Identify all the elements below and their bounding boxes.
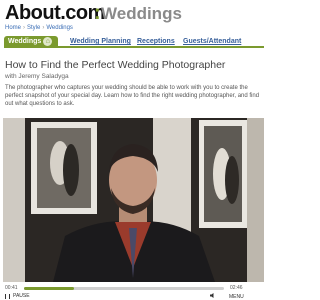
volume-icon[interactable]: [210, 293, 216, 298]
time-total: 02:46: [230, 285, 243, 291]
tab-guests-attendant[interactable]: Guests/Attendant: [179, 36, 245, 48]
tab-label: Weddings: [8, 38, 42, 45]
breadcrumb-home[interactable]: Home: [5, 25, 21, 31]
section-title[interactable]: Weddings: [101, 4, 182, 24]
player-controls: 00:41 02:46 PAUSE MENU: [3, 282, 264, 300]
article-title: How to Find the Perfect Wedding Photogra…: [5, 59, 226, 71]
menu-button[interactable]: MENU: [229, 294, 244, 300]
site-logo[interactable]: About.com: [5, 2, 105, 25]
home-icon: ⌂: [43, 37, 53, 46]
logo-separator: :: [94, 2, 101, 24]
pause-icon: [5, 293, 10, 299]
site-header: About.com : Weddings: [0, 0, 267, 26]
tab-weddings[interactable]: Weddings ⌂: [4, 36, 58, 48]
article-byline: with Jeremy Saladyga: [5, 73, 69, 80]
pause-label: PAUSE: [13, 293, 30, 299]
time-elapsed: 00:41: [5, 285, 18, 291]
tab-receptions[interactable]: Receptions: [133, 36, 179, 48]
tab-label: Guests/Attendant: [183, 38, 242, 45]
progress-bar[interactable]: [24, 287, 224, 290]
tab-label: Receptions: [137, 38, 175, 45]
breadcrumb-style[interactable]: Style: [27, 25, 40, 31]
video-player[interactable]: [3, 118, 264, 282]
tab-bar: Weddings ⌂ Wedding Planning Receptions Gu…: [4, 36, 264, 48]
article-description: The photographer who captures your weddi…: [5, 85, 260, 107]
breadcrumb-weddings[interactable]: Weddings: [46, 25, 73, 31]
pause-button[interactable]: PAUSE: [5, 293, 30, 299]
progress-fill: [24, 287, 74, 290]
video-frame: [3, 118, 264, 282]
breadcrumb: Home › Style › Weddings: [5, 25, 73, 31]
tab-label: Wedding Planning: [70, 38, 131, 45]
tab-wedding-planning[interactable]: Wedding Planning: [66, 36, 135, 48]
